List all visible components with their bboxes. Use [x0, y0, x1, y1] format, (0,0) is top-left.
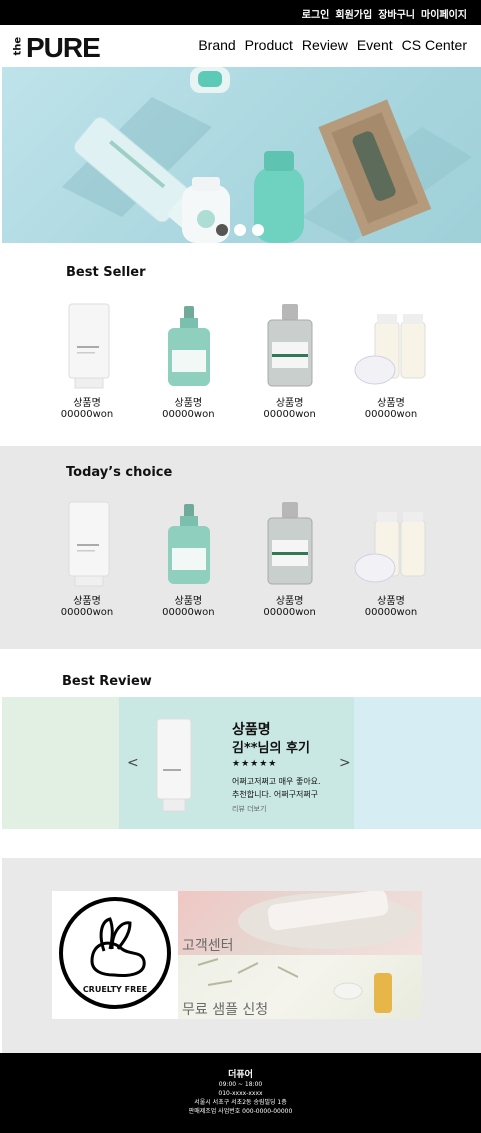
nav-product[interactable]: Product: [245, 37, 293, 53]
sample-label: 무료 샘플 신청: [182, 1002, 269, 1018]
hero-banner[interactable]: [2, 67, 481, 243]
slide-dot-1[interactable]: [216, 224, 228, 236]
account-links: 로그인 회원가입 장바구니 마이페이지: [302, 6, 467, 21]
product-name: 상품명: [174, 596, 203, 607]
todays-choice-title: Today’s choice: [66, 465, 173, 480]
nav-cs-center[interactable]: CS Center: [402, 37, 467, 53]
footer-business: 판매제조업 사업번호 000-0000-00000: [188, 1108, 293, 1115]
cream-set-icon: [354, 512, 426, 583]
product-name: 상품명: [73, 596, 101, 607]
best-seller-grid: 상품명 00000won 상품명 00000won 상품명 00000won 상…: [44, 300, 434, 420]
product-card[interactable]: 상품명 00000won: [348, 498, 434, 618]
product-price: 00000won: [364, 607, 418, 618]
footer-phone: 010-xxxx-xxxx: [218, 1090, 263, 1097]
slide-dot-3[interactable]: [252, 224, 264, 236]
cruelty-free-badge: CRUELTY FREE: [52, 891, 178, 1019]
next-arrow-icon[interactable]: >: [339, 755, 351, 771]
review-product-image: [156, 718, 192, 812]
product-price: 00000won: [162, 607, 215, 618]
footer-hours: 09:00 ~ 18:00: [218, 1081, 263, 1088]
tube-product-icon: [68, 303, 110, 389]
rating-stars: ★★★★★: [232, 759, 278, 769]
top-bar: 로그인 회원가입 장바구니 마이페이지: [0, 0, 481, 25]
review-carousel: < > 상품명 김**님의 후기 ★★★★★ 어쩌고저쩌고 매우 좋아요. 추천…: [2, 697, 481, 829]
review-prev-slide[interactable]: [2, 697, 119, 829]
serum-bottle-icon: [168, 504, 211, 584]
glass-bottle-icon: [267, 304, 313, 387]
product-card[interactable]: 상품명 00000won: [247, 300, 333, 420]
review-next-slide[interactable]: [354, 697, 481, 829]
product-card[interactable]: 상품명 00000won: [145, 300, 231, 420]
review-text-2: 추천합니다. 어쩌구저쩌구: [232, 790, 319, 799]
login-link[interactable]: 로그인: [302, 6, 330, 21]
best-review-title: Best Review: [62, 674, 152, 689]
cruelty-free-label: CRUELTY FREE: [82, 985, 148, 994]
glass-bottle-icon: [267, 502, 313, 585]
product-name: 상품명: [73, 398, 101, 409]
footer-address: 서울시 서초구 서초2동 송림빌딩 1층: [194, 1099, 287, 1106]
rabbit-logo-icon: [59, 897, 171, 1009]
prev-arrow-icon[interactable]: <: [127, 755, 139, 771]
product-card[interactable]: 상품명 00000won: [247, 498, 333, 618]
logo-main-text: PURE: [26, 32, 101, 63]
customer-center-banner[interactable]: 고객센터: [178, 891, 422, 955]
product-name: 상품명: [377, 398, 405, 409]
nav-review[interactable]: Review: [302, 37, 348, 53]
product-name: 상품명: [174, 398, 203, 409]
product-price: 00000won: [263, 409, 316, 420]
nav-event[interactable]: Event: [357, 37, 393, 53]
review-card: < > 상품명 김**님의 후기 ★★★★★ 어쩌고저쩌고 매우 좋아요. 추천…: [119, 697, 354, 829]
site-footer: 더퓨어 09:00 ~ 18:00 010-xxxx-xxxx 서울시 서초구 …: [0, 1053, 481, 1133]
footer-company: 더퓨어: [228, 1070, 253, 1080]
product-card[interactable]: 상품명 00000won: [44, 300, 130, 420]
product-price: 00000won: [162, 409, 215, 420]
review-product-name: 상품명: [232, 722, 271, 738]
product-card[interactable]: 상품명 00000won: [145, 498, 231, 618]
hero-product-image: [62, 67, 472, 243]
hero-slide-indicators: [216, 224, 264, 236]
product-price: 00000won: [364, 409, 418, 420]
cream-set-icon: [354, 314, 426, 385]
product-card[interactable]: 상품명 00000won: [44, 498, 130, 618]
cart-link[interactable]: 장바구니: [378, 6, 415, 21]
tube-product-icon: [68, 501, 110, 587]
mypage-link[interactable]: 마이페이지: [421, 6, 467, 21]
product-name: 상품명: [275, 596, 304, 607]
main-nav: Brand Product Review Event CS Center: [198, 37, 467, 53]
serum-bottle-icon: [168, 306, 211, 386]
todays-choice-grid: 상품명 00000won 상품명 00000won 상품명 00000won 상…: [44, 498, 434, 618]
nav-brand[interactable]: Brand: [198, 37, 235, 53]
signup-link[interactable]: 회원가입: [335, 6, 372, 21]
free-sample-banner[interactable]: 무료 샘플 신청: [178, 955, 422, 1019]
product-name: 상품명: [377, 596, 405, 607]
product-name: 상품명: [275, 398, 304, 409]
product-price: 00000won: [60, 607, 114, 618]
logo-small-text: the: [12, 36, 24, 56]
site-header: the PURE Brand Product Review Event CS C…: [0, 25, 481, 67]
product-price: 00000won: [60, 409, 114, 420]
cs-label: 고객센터: [182, 938, 234, 954]
review-more-link[interactable]: 리뷰 더보기: [232, 804, 266, 814]
product-card[interactable]: 상품명 00000won: [348, 300, 434, 420]
best-seller-title: Best Seller: [66, 265, 146, 280]
product-price: 00000won: [263, 607, 316, 618]
reviewer-line: 김**님의 후기: [232, 741, 310, 756]
review-text-1: 어쩌고저쩌고 매우 좋아요.: [232, 777, 321, 786]
brand-logo[interactable]: the PURE: [12, 31, 101, 63]
slide-dot-2[interactable]: [234, 224, 246, 236]
